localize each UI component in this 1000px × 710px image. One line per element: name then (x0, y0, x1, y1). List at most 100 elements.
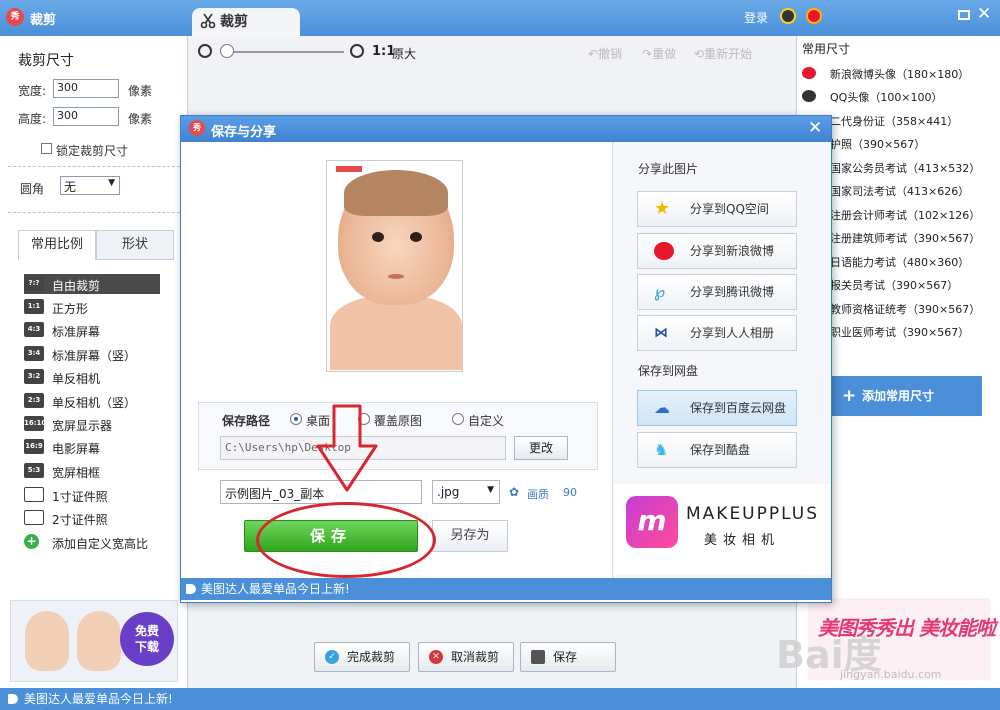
ratio-label: 1寸证件照 (52, 490, 108, 504)
extension-select[interactable]: .jpg ▼ (432, 480, 500, 504)
size-item-label: 新浪微博头像（180×180） (830, 68, 970, 81)
change-path-button[interactable]: 更改 (514, 436, 568, 460)
baby-photo-eye (410, 232, 422, 242)
cancel-crop-button[interactable]: ✕ 取消裁剪 (418, 642, 514, 672)
photo-logo-mark (336, 166, 362, 172)
zoom-slider[interactable] (224, 51, 344, 53)
floppy-icon (531, 650, 545, 664)
ratio-2inch-id[interactable]: 2寸证件照 (24, 508, 160, 528)
quality-label[interactable]: 画质 (527, 486, 549, 502)
tab-crop[interactable]: 裁剪 (192, 8, 300, 36)
lock-size-checkbox[interactable] (41, 143, 52, 154)
zoom-slider-handle[interactable] (220, 44, 234, 58)
restart-button[interactable]: ⟲重新开始 (694, 45, 752, 62)
ratio-label: 宽屏显示器 (52, 419, 113, 433)
corner-select-value: 无 (64, 180, 77, 194)
model-photo (77, 611, 121, 671)
ratio-label: 自由裁剪 (52, 279, 101, 293)
radio-custom-label: 自定义 (468, 414, 505, 428)
zoom-in-icon[interactable] (350, 44, 364, 58)
share-qzone-button[interactable]: ★ 分享到QQ空间 (637, 191, 797, 227)
cancel-crop-label: 取消裁剪 (451, 650, 500, 664)
ratio-1inch-id[interactable]: 1寸证件照 (24, 485, 160, 505)
share-weibo-label: 分享到新浪微博 (690, 244, 775, 258)
corner-select[interactable]: 无 ▼ (60, 176, 120, 195)
ratio-free-crop[interactable]: ?:? 自由裁剪 (24, 274, 160, 294)
ratio-widescreen-monitor[interactable]: 16:10 宽屏显示器 (24, 414, 160, 434)
share-tencent-weibo-button[interactable]: ℘ 分享到腾讯微博 (637, 274, 797, 310)
size-item-label: QQ头像（100×100） (830, 91, 943, 104)
ratio-icon: ?:? (24, 276, 44, 291)
bottom-save-button[interactable]: 保存 (520, 642, 616, 672)
ratio-dslr-vertical[interactable]: 2:3 单反相机（竖） (24, 391, 160, 411)
qq-icon (802, 90, 816, 102)
dialog-title: 保存与分享 (211, 125, 277, 140)
baby-photo-mouth (388, 274, 404, 279)
ratio-square[interactable]: 1:1 正方形 (24, 297, 160, 317)
speaker-icon (186, 584, 196, 594)
ratio-standard[interactable]: 4:3 标准屏幕 (24, 320, 160, 340)
redo-icon: ↷ (642, 47, 653, 61)
save-as-button[interactable]: 另存为 (432, 520, 508, 552)
chevron-down-icon: ▼ (108, 178, 115, 188)
ratio-icon: 3:2 (24, 369, 44, 384)
undo-icon: ↶ (588, 47, 599, 61)
undo-button[interactable]: ↶撤销 (588, 45, 622, 62)
gear-icon[interactable]: ✿ (509, 485, 519, 499)
qq-icon[interactable] (780, 8, 796, 24)
size-item-label: 报关员考试（390×567） (830, 279, 959, 292)
id-photo-icon (24, 510, 44, 525)
login-link[interactable]: 登录 (744, 9, 768, 26)
width-input[interactable]: 300 (53, 79, 119, 98)
save-kupan-button[interactable]: ♞ 保存到酷盘 (637, 432, 797, 468)
share-weibo-button[interactable]: 分享到新浪微博 (637, 233, 797, 269)
finish-crop-label: 完成裁剪 (347, 650, 396, 664)
original-size-button[interactable]: 原大 (392, 45, 416, 62)
free-download-badge[interactable]: 免费 下载 (120, 612, 174, 666)
app-logo-icon: 秀 (189, 120, 205, 136)
scissors-icon (200, 13, 216, 29)
add-icon: + (24, 534, 39, 549)
ratio-add-custom[interactable]: + 添加自定义宽高比 (24, 532, 160, 552)
speaker-icon (8, 694, 18, 704)
ratio-dslr[interactable]: 3:2 单反相机 (24, 367, 160, 387)
ratio-label: 2寸证件照 (52, 513, 108, 527)
redo-button[interactable]: ↷重做 (642, 45, 676, 62)
status-bar: 美图达人最爱单品今日上新! (0, 688, 1000, 710)
ratio-icon: 16:9 (24, 439, 44, 454)
share-renren-button[interactable]: ⋈ 分享到人人相册 (637, 315, 797, 351)
height-label: 高度: (18, 112, 47, 126)
divider (8, 212, 180, 213)
ratio-label: 宽屏相框 (52, 466, 101, 480)
badge-line: 免费 (134, 624, 159, 638)
baidu-cloud-icon: ☁ (654, 398, 670, 417)
cloud-title: 保存到网盘 (638, 364, 699, 378)
zoom-out-icon[interactable] (198, 44, 212, 58)
ratio-label: 正方形 (52, 302, 89, 316)
tab-shape[interactable]: 形状 (96, 230, 174, 260)
ratio-cinema[interactable]: 16:9 电影屏幕 (24, 437, 160, 457)
ratio-icon: 2:3 (24, 393, 44, 408)
extension-value: .jpg (437, 485, 460, 499)
ratio-standard-vertical[interactable]: 3:4 标准屏幕（竖） (24, 344, 160, 364)
crop-size-title: 裁剪尺寸 (18, 53, 74, 69)
app-logo-icon: 秀 (6, 8, 24, 26)
radio-custom[interactable] (452, 413, 464, 425)
ratio-icon: 3:4 (24, 346, 44, 361)
tab-common-ratio[interactable]: 常用比例 (18, 230, 96, 260)
ratio-wide-frame[interactable]: 5:3 宽屏相框 (24, 461, 160, 481)
save-baidu-cloud-button[interactable]: ☁ 保存到百度云网盘 (637, 390, 797, 426)
close-button[interactable]: ✕ (977, 4, 991, 24)
weibo-icon[interactable] (806, 8, 822, 24)
add-common-size-button[interactable]: + 添加常用尺寸 (830, 376, 982, 416)
finish-crop-button[interactable]: ✓ 完成裁剪 (314, 642, 410, 672)
star-icon: ★ (654, 198, 671, 219)
quality-value: 90 (563, 486, 577, 499)
maximize-button[interactable] (958, 10, 970, 20)
size-item-label: 二代身份证（358×441） (830, 115, 959, 128)
bottom-save-label: 保存 (553, 650, 578, 664)
dialog-close-button[interactable]: ✕ (808, 118, 822, 138)
annotation-ellipse (256, 502, 436, 578)
height-input[interactable]: 300 (53, 107, 119, 126)
radio-desktop[interactable] (290, 413, 302, 425)
